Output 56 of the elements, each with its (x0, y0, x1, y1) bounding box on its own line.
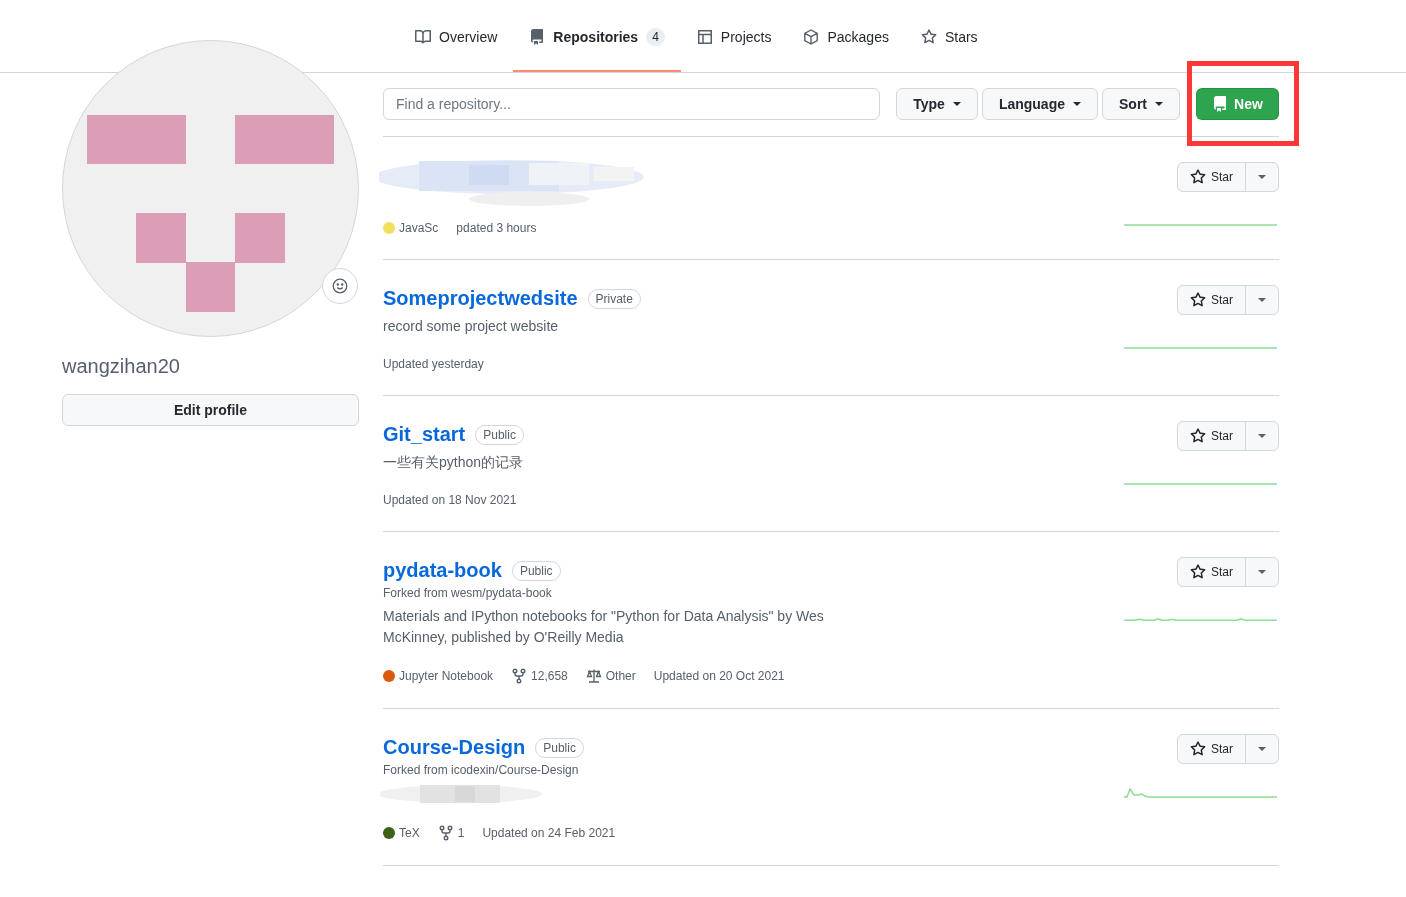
star-icon (1190, 741, 1206, 757)
star-icon (1190, 292, 1206, 308)
star-icon (1190, 169, 1206, 185)
repository-description: 一些有关python的记录 (383, 453, 525, 472)
updated-time: Updated on 20 Oct 2021 (653, 669, 785, 683)
filter-dropdown[interactable]: Language (981, 88, 1098, 120)
caret-icon (1155, 102, 1163, 106)
language-name: TeX (399, 826, 420, 840)
tab[interactable]: Overview (399, 0, 514, 72)
star-icon (1190, 564, 1206, 580)
tab[interactable]: Projects (680, 0, 788, 72)
repository-description: record some project website (383, 317, 560, 336)
forked-from-text: Forked from icodexin/Course-Design (383, 763, 580, 777)
search-field[interactable]: Find a repository... (383, 88, 881, 120)
fork-icon (511, 668, 528, 684)
smiley-icon (332, 278, 348, 294)
repository-link[interactable]: pydata-book (383, 559, 502, 582)
username: wangzihan20 (62, 354, 181, 378)
forked-from-text: Forked from wesm/pydata-book (383, 586, 553, 600)
caret-icon (1258, 298, 1266, 302)
updated-time: Updated yesterday (383, 357, 484, 371)
license-name: Other (605, 669, 636, 683)
forks-link[interactable]: 12,658 (511, 668, 568, 684)
repo-icon (1212, 96, 1229, 112)
tab[interactable]: Stars (904, 0, 994, 72)
updated-time: pdated 3 hours (456, 221, 537, 235)
updated-time: Updated on 24 Feb 2021 (482, 826, 616, 840)
forks-link[interactable]: 1 (437, 825, 465, 841)
repository-description: Materials and IPython notebooks for "Python for Data Analysis" by Wes McKinney, published by O'Reilly Media (383, 607, 825, 647)
repo-icon (529, 28, 546, 45)
caret-icon (1258, 747, 1266, 751)
caret-icon (1258, 434, 1266, 438)
filter-dropdown[interactable]: Type (896, 88, 978, 120)
repository-link[interactable]: Someprojectwedsite (383, 287, 578, 310)
count-badge: 4 (646, 27, 665, 46)
book-icon (415, 28, 431, 45)
caret-icon (952, 102, 961, 106)
repository-link[interactable]: Git_start (383, 423, 466, 446)
scale-icon (585, 668, 602, 684)
language-name: Jupyter Notebook (399, 669, 494, 683)
tab[interactable]: Repositories 4 (513, 0, 681, 72)
package-icon (803, 28, 820, 45)
table-icon (696, 28, 713, 45)
caret-icon (1258, 175, 1266, 179)
language-name: JavaSc (399, 221, 439, 235)
tab[interactable]: Packages (787, 0, 905, 72)
filter-dropdown[interactable]: Sort (1102, 88, 1180, 120)
caret-icon (1073, 102, 1081, 106)
edit-profile-button[interactable]: Edit profile (62, 394, 359, 426)
star-icon (920, 28, 937, 45)
fork-icon (437, 825, 454, 841)
repository-link[interactable]: Course-Design (383, 736, 526, 759)
emoji-status-button[interactable] (322, 268, 358, 304)
star-icon (1190, 428, 1206, 444)
caret-icon (1258, 570, 1266, 574)
updated-time: Updated on 18 Nov 2021 (383, 493, 517, 507)
